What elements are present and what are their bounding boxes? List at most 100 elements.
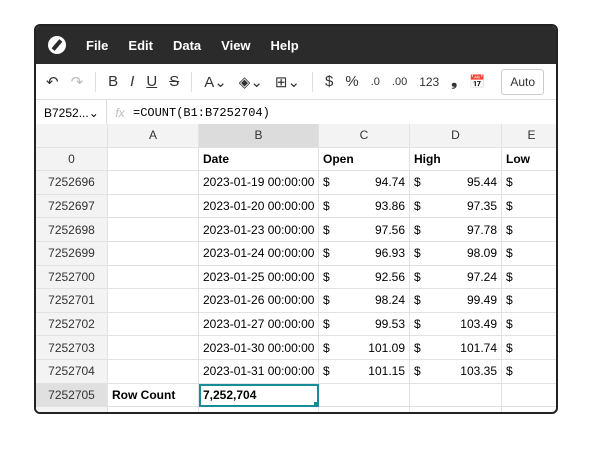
cell[interactable]: [502, 384, 556, 408]
cell[interactable]: [108, 265, 199, 290]
cell[interactable]: [108, 194, 199, 219]
open-cell[interactable]: $98.24: [319, 289, 410, 313]
comma-format-button[interactable]: ❟: [451, 73, 457, 90]
menu-file[interactable]: File: [86, 38, 108, 53]
date-cell[interactable]: 2023-01-24 00:00:00: [199, 241, 319, 266]
underline-button[interactable]: U: [146, 73, 157, 90]
select-all-corner[interactable]: [36, 124, 108, 148]
cell[interactable]: [502, 407, 556, 412]
name-box[interactable]: B7252...⌄: [36, 100, 107, 125]
cell[interactable]: [108, 289, 199, 313]
row-header[interactable]: 7252704: [36, 359, 108, 384]
row-header[interactable]: [36, 407, 108, 412]
selected-cell[interactable]: 7,252,704: [199, 383, 319, 408]
cell[interactable]: [108, 336, 199, 360]
date-cell[interactable]: 2023-01-26 00:00:00: [199, 289, 319, 313]
high-cell[interactable]: $101.74: [410, 336, 502, 360]
cell[interactable]: Date: [199, 147, 319, 172]
high-cell[interactable]: $95.44: [410, 171, 502, 195]
date-cell[interactable]: 2023-01-30 00:00:00: [199, 336, 319, 360]
cell[interactable]: [108, 147, 199, 172]
strikethrough-button[interactable]: S: [169, 73, 179, 90]
menu-help[interactable]: Help: [271, 38, 299, 53]
low-cell[interactable]: $: [502, 218, 556, 242]
open-cell[interactable]: $94.74: [319, 171, 410, 195]
cell[interactable]: [410, 383, 502, 408]
bold-button[interactable]: B: [108, 73, 118, 90]
open-cell[interactable]: $101.09: [319, 336, 410, 360]
open-cell[interactable]: $97.56: [319, 218, 410, 242]
date-cell[interactable]: 2023-01-20 00:00:00: [199, 194, 319, 219]
calendar-icon[interactable]: 📅: [469, 74, 485, 90]
menu-data[interactable]: Data: [173, 38, 201, 53]
low-cell[interactable]: $: [502, 242, 556, 266]
open-cell[interactable]: $101.15: [319, 359, 410, 384]
high-cell[interactable]: $97.24: [410, 265, 502, 290]
cell[interactable]: [410, 407, 502, 412]
date-cell[interactable]: 2023-01-25 00:00:00: [199, 265, 319, 290]
row-header[interactable]: 7252701: [36, 289, 108, 313]
increase-decimal-button[interactable]: .00: [392, 76, 407, 88]
cell[interactable]: [199, 407, 319, 412]
high-cell[interactable]: $99.49: [410, 289, 502, 313]
low-cell[interactable]: $: [502, 360, 556, 384]
percent-format-button[interactable]: %: [345, 73, 358, 90]
high-cell[interactable]: $103.35: [410, 359, 502, 384]
low-cell[interactable]: $: [502, 289, 556, 313]
row-header[interactable]: 7252702: [36, 312, 108, 337]
cell[interactable]: [108, 171, 199, 195]
column-header-a[interactable]: A: [108, 124, 199, 148]
decrease-decimal-button[interactable]: .0: [371, 76, 380, 88]
open-cell[interactable]: $96.93: [319, 241, 410, 266]
borders-button[interactable]: ⊞⌄: [275, 73, 300, 91]
date-cell[interactable]: 2023-01-19 00:00:00: [199, 171, 319, 195]
text-color-button[interactable]: A⌄: [204, 73, 227, 91]
cell[interactable]: [319, 407, 410, 412]
low-cell[interactable]: $: [502, 313, 556, 337]
row-count-label[interactable]: Row Count: [108, 383, 199, 408]
high-cell[interactable]: $98.09: [410, 241, 502, 266]
cell[interactable]: [108, 359, 199, 384]
row-header[interactable]: 7252700: [36, 265, 108, 290]
fill-color-button[interactable]: ◈⌄: [239, 73, 263, 91]
cell[interactable]: [108, 407, 199, 412]
column-header-c[interactable]: C: [319, 124, 410, 148]
date-cell[interactable]: 2023-01-27 00:00:00: [199, 312, 319, 337]
row-header[interactable]: 7252696: [36, 171, 108, 195]
column-header-e[interactable]: E: [502, 124, 556, 148]
cell[interactable]: [108, 241, 199, 266]
undo-icon[interactable]: ↶: [46, 73, 59, 91]
low-cell[interactable]: $: [502, 195, 556, 219]
formula-input[interactable]: =COUNT(B1:B7252704): [133, 106, 270, 120]
high-cell[interactable]: $97.35: [410, 194, 502, 219]
low-cell[interactable]: $: [502, 266, 556, 290]
cell[interactable]: High: [410, 147, 502, 172]
row-header[interactable]: 7252699: [36, 241, 108, 266]
menu-edit[interactable]: Edit: [128, 38, 153, 53]
menu-view[interactable]: View: [221, 38, 250, 53]
cell[interactable]: Low: [502, 148, 556, 172]
row-header[interactable]: 0: [36, 147, 108, 172]
cell[interactable]: [108, 312, 199, 337]
cell[interactable]: Open: [319, 147, 410, 172]
cell[interactable]: [108, 218, 199, 242]
currency-format-button[interactable]: $: [325, 73, 333, 90]
column-header-d[interactable]: D: [410, 124, 502, 148]
row-header[interactable]: 7252698: [36, 218, 108, 242]
cell[interactable]: [319, 383, 410, 408]
open-cell[interactable]: $92.56: [319, 265, 410, 290]
redo-icon[interactable]: ↷: [71, 73, 84, 91]
high-cell[interactable]: $97.78: [410, 218, 502, 242]
row-header[interactable]: 7252703: [36, 336, 108, 360]
row-header[interactable]: 7252697: [36, 194, 108, 219]
column-header-b[interactable]: B: [199, 124, 319, 148]
low-cell[interactable]: $: [502, 171, 556, 195]
format-dropdown[interactable]: Auto: [501, 68, 544, 95]
open-cell[interactable]: $99.53: [319, 312, 410, 337]
italic-button[interactable]: I: [130, 73, 134, 90]
low-cell[interactable]: $: [502, 336, 556, 360]
number-format-button[interactable]: 123: [419, 75, 439, 89]
date-cell[interactable]: 2023-01-23 00:00:00: [199, 218, 319, 242]
date-cell[interactable]: 2023-01-31 00:00:00: [199, 359, 319, 384]
row-header[interactable]: 7252705: [36, 383, 108, 408]
